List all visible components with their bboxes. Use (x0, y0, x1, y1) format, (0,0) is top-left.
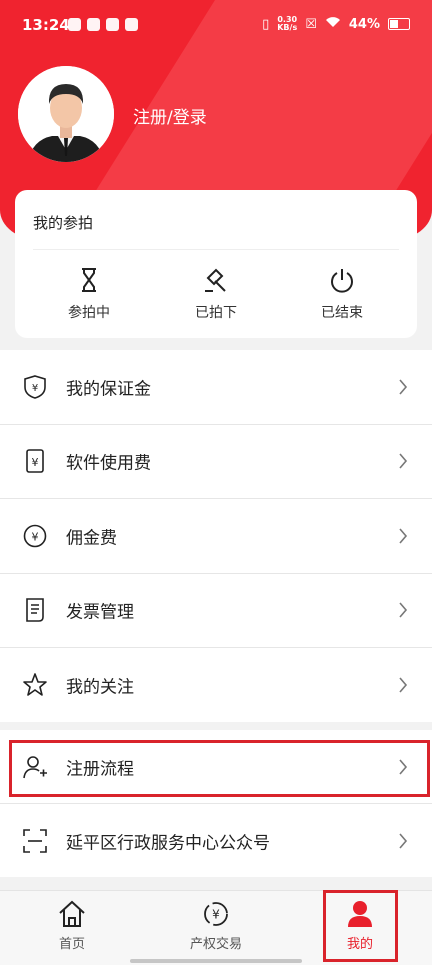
chevron-right-icon (399, 677, 408, 693)
app-notification-icon (68, 18, 81, 31)
tab-mine-highlight-box (323, 890, 398, 962)
svg-text:¥: ¥ (32, 456, 39, 469)
svg-text:¥: ¥ (212, 908, 220, 922)
power-icon (331, 269, 353, 293)
menu-commission[interactable]: ¥ 佣金费 (0, 499, 432, 574)
wifi-icon (325, 16, 341, 32)
scan-icon (23, 828, 47, 853)
auction-won-button[interactable]: 已拍下 (166, 266, 266, 322)
status-right: ▯ 0.30 KB/s ☒ 44% (262, 16, 410, 32)
chevron-right-icon (399, 453, 408, 469)
gesture-home-bar[interactable] (130, 959, 302, 963)
chevron-right-icon (399, 832, 408, 849)
vibrate-icon: ▯ (262, 16, 270, 32)
menu-invoice[interactable]: 发票管理 (0, 574, 432, 648)
auction-won-label: 已拍下 (195, 305, 237, 321)
user-add-icon (23, 755, 47, 778)
login-register-link[interactable]: 注册/登录 (133, 103, 207, 128)
avatar[interactable] (18, 66, 114, 162)
battery-icon (388, 18, 410, 30)
chevron-right-icon (399, 379, 408, 395)
chevron-right-icon (399, 758, 408, 775)
calendar-notification-icon (106, 18, 119, 31)
mail-notification-icon (87, 18, 100, 31)
svg-text:¥: ¥ (32, 530, 39, 543)
invoice-icon (26, 598, 44, 623)
menu-registration-label: 注册流程 (66, 759, 134, 779)
speed-unit: KB/s (277, 23, 298, 32)
yen-circle-icon: ¥ (23, 524, 47, 548)
menu-software-fee-label: 软件使用费 (66, 453, 151, 474)
menu-list: ¥ 我的保证金 ¥ 软件使用费 ¥ 佣金费 发票管理 我的关注 (0, 350, 432, 722)
star-icon (23, 672, 47, 696)
notification-icons (68, 18, 138, 31)
menu-favorites-label: 我的关注 (66, 677, 134, 698)
menu-list-secondary: 注册流程 延平区行政服务中心公众号 (0, 730, 432, 877)
menu-favorites[interactable]: 我的关注 (0, 648, 432, 722)
my-auction-title: 我的参拍 (33, 214, 94, 232)
card-divider (33, 249, 399, 250)
my-auction-card: 我的参拍 参拍中 已拍下 已结束 (15, 190, 417, 338)
tab-home-label: 首页 (58, 937, 85, 952)
exchange-icon: ¥ (204, 902, 228, 926)
auction-ended-label: 已结束 (321, 305, 363, 321)
auction-ended-button[interactable]: 已结束 (292, 266, 392, 322)
chevron-right-icon (399, 602, 408, 618)
chevron-right-icon (399, 528, 408, 544)
phone-yen-icon: ¥ (26, 449, 44, 474)
menu-software-fee[interactable]: ¥ 软件使用费 (0, 425, 432, 499)
status-time: 13:24 (22, 16, 70, 34)
menu-deposit[interactable]: ¥ 我的保证金 (0, 350, 432, 425)
auction-bidding-button[interactable]: 参拍中 (39, 266, 139, 322)
battery-percent: 44% (348, 16, 380, 32)
shield-yen-icon: ¥ (24, 374, 46, 399)
auction-bidding-label: 参拍中 (68, 305, 110, 321)
app2-notification-icon (125, 18, 138, 31)
tab-property-label: 产权交易 (189, 937, 242, 952)
hourglass-icon (82, 268, 96, 292)
menu-invoice-label: 发票管理 (66, 602, 134, 623)
menu-wechat-label: 延平区行政服务中心公众号 (66, 833, 270, 853)
menu-wechat-account[interactable]: 延平区行政服务中心公众号 (0, 804, 432, 877)
menu-commission-label: 佣金费 (66, 528, 117, 549)
status-bar: 13:24 ▯ 0.30 KB/s ☒ 44% (0, 0, 432, 50)
home-icon (59, 900, 85, 927)
tab-property-trading[interactable]: ¥ 产权交易 (156, 899, 276, 952)
gavel-icon (205, 268, 226, 292)
menu-deposit-label: 我的保证金 (66, 379, 151, 400)
network-speed: 0.30 KB/s (277, 16, 297, 32)
menu-registration-process[interactable]: 注册流程 (0, 730, 432, 804)
tab-home[interactable]: 首页 (12, 899, 132, 952)
svg-text:¥: ¥ (32, 383, 38, 394)
avatar-illustration-icon (18, 66, 114, 162)
no-sim-icon: ☒ (305, 16, 317, 32)
